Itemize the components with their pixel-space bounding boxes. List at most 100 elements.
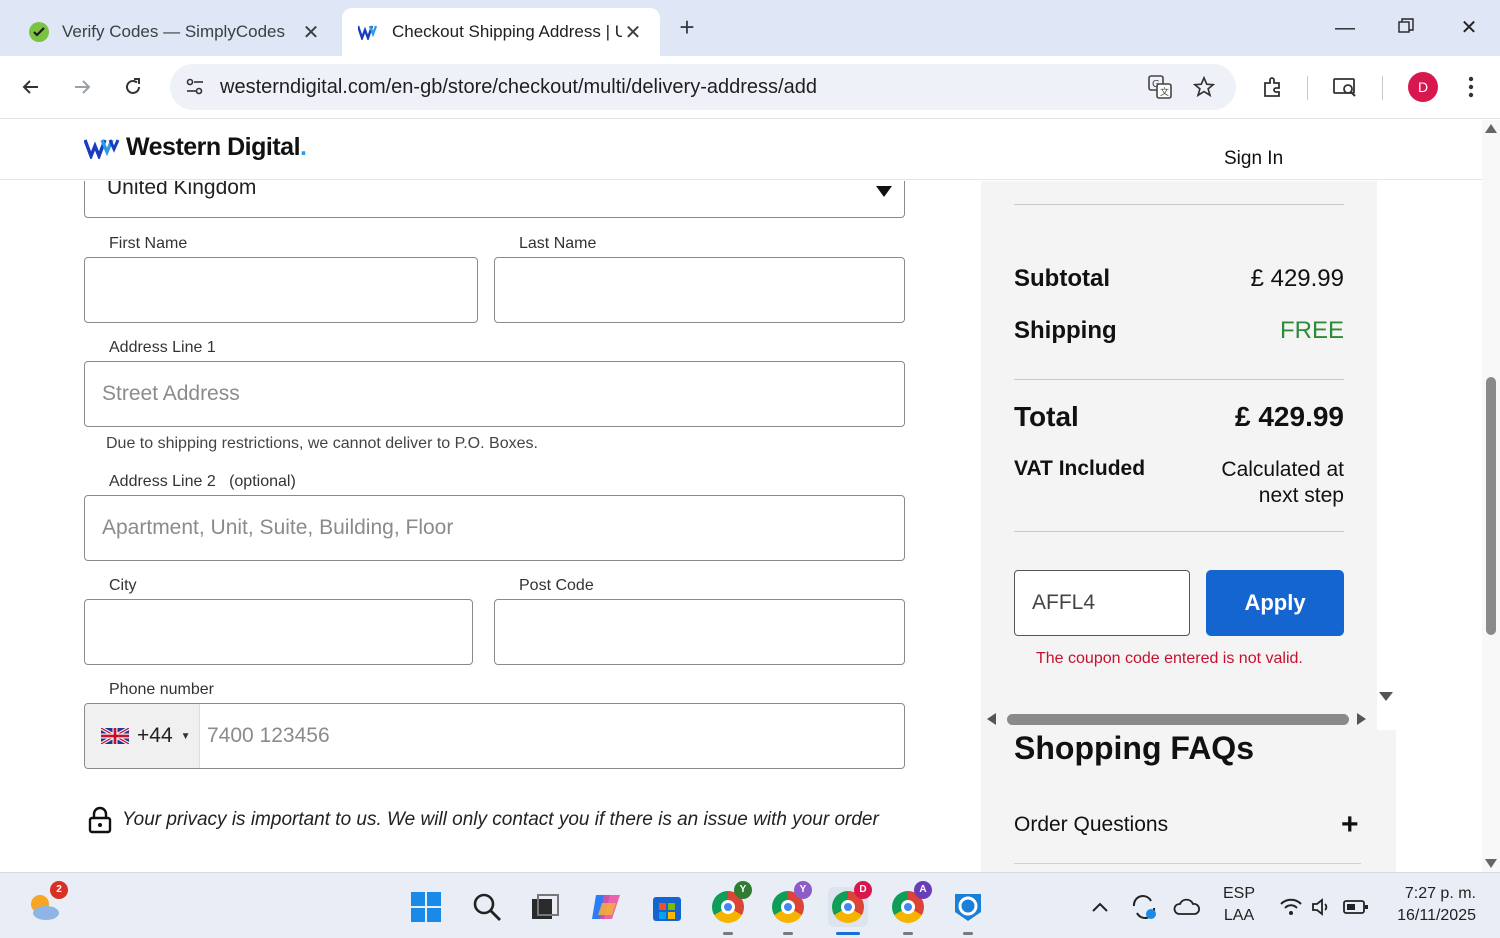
caret-down-icon [876, 186, 892, 197]
last-name-input[interactable] [494, 257, 905, 323]
dropdown-arrow-icon: ▼ [180, 730, 191, 742]
scroll-right-arrow-icon[interactable] [1357, 713, 1366, 725]
tab-title: Verify Codes — SimplyCodes [62, 22, 285, 41]
weather-widget-icon[interactable]: 2 [24, 881, 68, 927]
language-indicator[interactable]: ESP LAA [1222, 883, 1256, 927]
battery-icon[interactable] [1336, 887, 1376, 927]
address-bar[interactable]: westerndigital.com/en-gb/store/checkout/… [170, 64, 1236, 110]
profile-avatar[interactable]: D [1408, 72, 1438, 102]
chrome-profile-d-icon[interactable]: D [828, 881, 872, 935]
scroll-down-arrow-icon[interactable] [1379, 692, 1393, 701]
close-window-icon[interactable]: ✕ [1449, 10, 1489, 46]
divider [1014, 863, 1361, 864]
total-label: Total [1014, 401, 1079, 432]
clock-date: 16/11/2025 [1397, 907, 1476, 924]
forward-icon[interactable] [65, 70, 99, 104]
translate-icon[interactable]: G文 [1146, 73, 1174, 101]
copilot-icon[interactable] [587, 887, 627, 927]
language-code: ESP [1222, 885, 1255, 902]
tab-checkout[interactable]: Checkout Shipping Address | United Kingd… [342, 8, 660, 56]
post-code-input[interactable] [494, 599, 905, 665]
country-code-selector[interactable]: +44 ▼ [85, 704, 200, 768]
phone-number-label: Phone number [109, 681, 214, 698]
tab-simplycodes[interactable]: Verify Codes — SimplyCodes ✕ [12, 8, 338, 56]
city-label: City [109, 577, 137, 594]
subtotal-value: £ 429.99 [1250, 265, 1344, 292]
restore-icon[interactable] [1386, 10, 1426, 46]
kebab-menu-icon[interactable] [1454, 70, 1488, 104]
uk-flag-icon [101, 728, 129, 744]
address-line-1-input[interactable]: Street Address [84, 361, 905, 427]
first-name-input[interactable] [84, 257, 478, 323]
new-tab-button[interactable]: + [672, 12, 702, 42]
scrollbar-thumb[interactable] [1486, 377, 1496, 635]
keyboard-layout: LAA [1223, 907, 1255, 924]
scrollbar-thumb[interactable] [1007, 714, 1349, 725]
extensions-icon[interactable] [1256, 70, 1290, 104]
summary-horizontal-scrollbar[interactable] [981, 708, 1377, 730]
brand-name: Western Digital [126, 133, 301, 161]
last-name-label: Last Name [519, 235, 597, 252]
western-digital-mark-icon [84, 138, 120, 159]
address-line-2-label: Address Line 2 (optional) [109, 473, 296, 491]
running-indicator [903, 932, 913, 935]
tab-close-icon[interactable]: ✕ [622, 20, 644, 45]
city-input[interactable] [84, 599, 473, 665]
subtotal-label: Subtotal [1014, 265, 1110, 292]
start-windows-icon[interactable] [406, 887, 446, 927]
minimize-icon[interactable]: — [1325, 10, 1365, 46]
cast-search-icon[interactable] [1328, 70, 1362, 104]
tab-close-icon[interactable]: ✕ [300, 20, 322, 45]
first-name-label: First Name [109, 235, 188, 252]
windows-taskbar: 2 Y Y D A ESP LAA 7:27 p. m. 16/11/2025 [0, 872, 1500, 938]
coupon-error-message: The coupon code entered is not valid. [1036, 650, 1303, 667]
sign-in-link[interactable]: Sign In [1224, 148, 1283, 170]
chrome-profile-y2-icon[interactable]: Y [768, 881, 812, 935]
onedrive-cloud-icon[interactable] [1167, 887, 1207, 927]
show-hidden-icons-chevron-icon[interactable] [1080, 887, 1120, 927]
western-digital-logo[interactable]: Western Digital. [84, 133, 307, 162]
scroll-up-arrow-icon[interactable] [1485, 124, 1497, 133]
coupon-code-input[interactable]: AFFL4 [1014, 570, 1190, 636]
address-line-2-label-text: Address Line 2 [109, 473, 216, 490]
chrome-profile-y-icon[interactable]: Y [708, 881, 752, 935]
search-icon[interactable] [467, 887, 507, 927]
profile-badge: A [914, 881, 932, 899]
system-clock[interactable]: 7:27 p. m. 16/11/2025 [1388, 883, 1476, 927]
scroll-down-arrow-icon[interactable] [1485, 859, 1497, 868]
po-box-note: Due to shipping restrictions, we cannot … [106, 435, 538, 452]
order-summary: Subtotal £ 429.99 Shipping FREE Total £ … [981, 181, 1377, 708]
privacy-notice: Your privacy is important to us. We will… [88, 806, 879, 834]
vat-value-line-1: Calculated at [1221, 458, 1344, 481]
country-code: +44 [137, 724, 173, 747]
shipping-address-form: United Kingdom First Name Last Name Addr… [0, 181, 980, 872]
back-icon[interactable] [14, 70, 48, 104]
profile-badge: Y [734, 881, 752, 899]
brand-dot: . [300, 133, 307, 161]
active-indicator [836, 932, 860, 935]
clock-time: 7:27 p. m. [1404, 885, 1476, 902]
expand-plus-icon[interactable]: + [1341, 808, 1359, 842]
site-header: Western Digital. Sign In [0, 120, 1482, 180]
tab-strip: Verify Codes — SimplyCodes ✕ Checkout Sh… [0, 0, 1500, 56]
phone-number-placeholder[interactable]: 7400 123456 [207, 724, 330, 748]
faq-item-order-questions[interactable]: Order Questions [1014, 813, 1168, 837]
page-scrollbar[interactable] [1482, 120, 1500, 872]
task-view-icon[interactable] [525, 887, 565, 927]
bookmark-star-icon[interactable] [1190, 73, 1218, 101]
divider [1014, 531, 1344, 532]
edge-browser-icon[interactable] [948, 887, 988, 935]
chrome-profile-a-icon[interactable]: A [888, 881, 932, 935]
microsoft-store-icon[interactable] [647, 887, 687, 927]
address-line-2-input[interactable]: Apartment, Unit, Suite, Building, Floor [84, 495, 905, 561]
apply-coupon-button[interactable]: Apply [1206, 570, 1344, 636]
weather-badge: 2 [50, 881, 68, 899]
sync-icon[interactable] [1124, 887, 1164, 927]
toolbar-divider [1307, 76, 1308, 100]
coupon-code-value: AFFL4 [1032, 591, 1096, 614]
reload-icon[interactable] [116, 70, 150, 104]
address-line-2-placeholder: Apartment, Unit, Suite, Building, Floor [102, 516, 454, 539]
scroll-left-arrow-icon[interactable] [987, 713, 996, 725]
country-select[interactable]: United Kingdom [84, 181, 905, 218]
site-settings-icon[interactable] [180, 72, 210, 102]
